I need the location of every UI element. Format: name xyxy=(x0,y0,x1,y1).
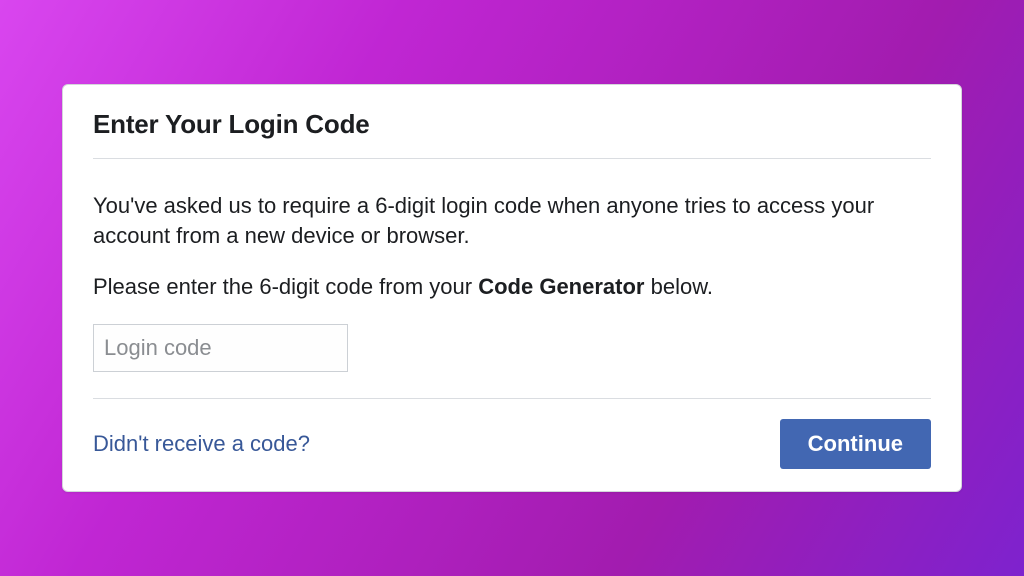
login-code-dialog: Enter Your Login Code You've asked us to… xyxy=(62,84,962,492)
dialog-heading: Enter Your Login Code xyxy=(93,109,931,140)
description-text-2-suffix: below. xyxy=(644,274,713,299)
continue-button[interactable]: Continue xyxy=(780,419,931,469)
login-code-input[interactable] xyxy=(93,324,348,372)
description-text-2-prefix: Please enter the 6-digit code from your xyxy=(93,274,478,299)
divider-top xyxy=(93,158,931,159)
didnt-receive-code-link[interactable]: Didn't receive a code? xyxy=(93,431,310,457)
description-text-1: You've asked us to require a 6-digit log… xyxy=(93,191,931,250)
dialog-footer: Didn't receive a code? Continue xyxy=(93,419,931,469)
description-text-2: Please enter the 6-digit code from your … xyxy=(93,272,931,302)
divider-bottom xyxy=(93,398,931,399)
code-generator-label: Code Generator xyxy=(478,274,644,299)
